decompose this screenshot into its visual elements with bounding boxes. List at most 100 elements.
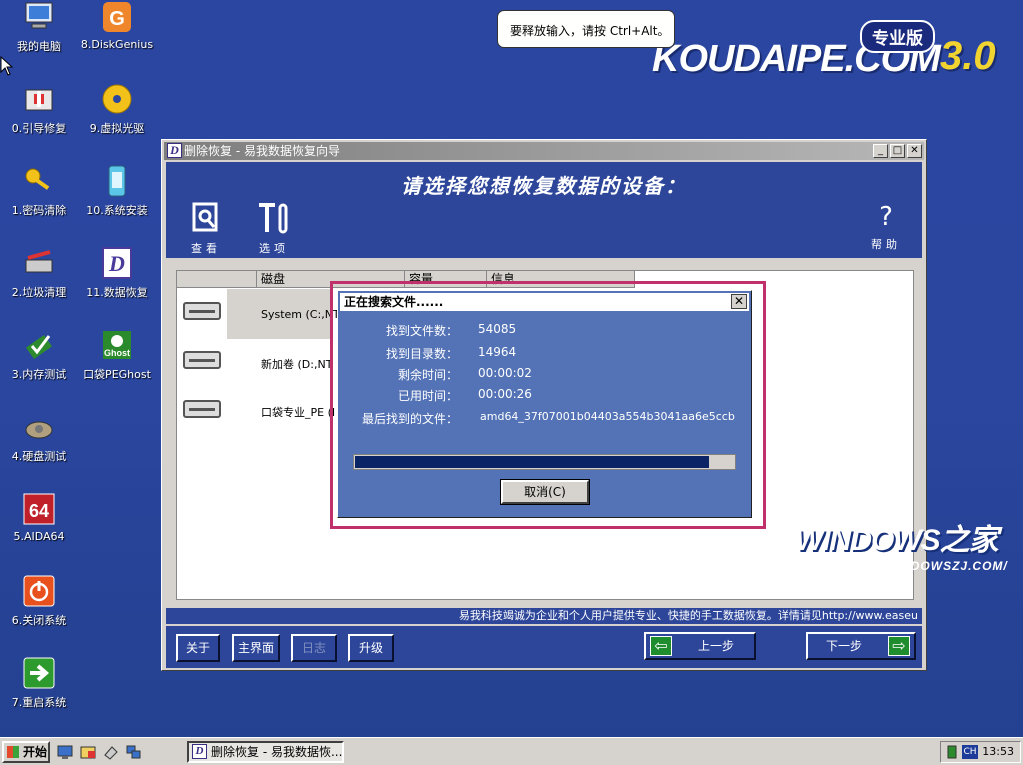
desktop-icon-restart[interactable]: 7.重启系统 — [0, 656, 78, 710]
key-icon — [22, 164, 56, 198]
last-file-value: amd64_37f07001b04403a554b3041aa6e5ccb — [480, 410, 735, 423]
app-logo-icon: D — [167, 143, 182, 158]
desktop-icon-label: 4.硬盘测试 — [11, 450, 67, 463]
diskgenius-icon: G — [100, 0, 134, 34]
desktop-icon-label: 9.虚拟光驱 — [89, 122, 145, 135]
desktop-icon-label: 2.垃圾清理 — [11, 286, 67, 299]
desktop-icon-label: 3.内存测试 — [11, 368, 67, 381]
network-icon[interactable] — [125, 744, 141, 760]
desktop-icon-label: 6.关闭系统 — [11, 614, 67, 627]
desktop-icon-password-clear[interactable]: 1.密码清除 — [0, 164, 78, 218]
task-label: 删除恢复 - 易我数据恢... — [211, 745, 343, 759]
computer-icon — [22, 0, 56, 34]
taskbar-task-data-recovery[interactable]: D 删除恢复 - 易我数据恢... — [187, 741, 344, 763]
desktop-icon-label: 0.引导修复 — [11, 122, 67, 135]
explorer-icon[interactable] — [80, 744, 96, 760]
desktop-icon-label: 8.DiskGenius — [80, 38, 154, 51]
desktop-icon-data-recovery[interactable]: D 11.数据恢复 — [78, 246, 156, 300]
svg-text:64: 64 — [29, 501, 49, 521]
time-remaining-value: 00:00:02 — [478, 366, 532, 380]
harddisk-test-icon — [22, 410, 56, 444]
dialog-close-button[interactable]: ✕ — [731, 294, 747, 309]
close-button[interactable]: ✕ — [907, 144, 922, 158]
previous-step-button[interactable]: ⇦ 上一步 — [644, 632, 756, 660]
desktop-icon-label: 我的电脑 — [17, 40, 61, 53]
time-elapsed-value: 00:00:26 — [478, 387, 532, 401]
desktop-icon-diskgenius[interactable]: G 8.DiskGenius — [78, 0, 156, 51]
files-found-value: 54085 — [478, 322, 517, 336]
mouse-cursor-icon — [0, 56, 14, 76]
desktop-icon-label: 1.密码清除 — [11, 204, 67, 217]
harddisk-icon — [183, 351, 221, 369]
desktop-icon-boot-repair[interactable]: 0.引导修复 — [0, 82, 78, 136]
harddisk-icon — [183, 400, 221, 418]
brand-logo: KOUDAIPE.COM 专业版 3.0 — [652, 20, 1002, 84]
desktop-icon-aida64[interactable]: 64 5.AIDA64 — [0, 492, 78, 543]
desktop-icon-ghost[interactable]: Ghost 口袋PEGhost — [78, 328, 156, 382]
desktop-icon-label: 11.数据恢复 — [86, 286, 148, 299]
windows-home-url: HTTP://WWW.WINDOWSZJ.COM/ — [795, 559, 1008, 573]
svg-text:Ghost: Ghost — [104, 348, 130, 358]
desktop-icon-system-install[interactable]: 10.系统安装 — [78, 164, 156, 218]
info-bar: 易我科技竭诚为企业和个人用户提供专业、快捷的手工数据恢复。详情请见http://… — [166, 608, 922, 624]
view-icon — [192, 202, 218, 232]
release-input-tooltip: 要释放输入，请按 Ctrl+Alt。 — [497, 10, 675, 48]
device-name[interactable]: 新加卷 (D:,NT — [261, 356, 332, 372]
desktop-icon-virtual-drive[interactable]: 9.虚拟光驱 — [78, 82, 156, 136]
search-progress-bar — [353, 454, 736, 470]
files-found-label: 找到文件数： — [385, 324, 458, 338]
main-interface-button[interactable]: 主界面 — [232, 634, 280, 662]
time-elapsed-label: 已用时间： — [397, 389, 458, 403]
device-name[interactable]: 口袋专业_PE (I — [261, 404, 335, 420]
window-titlebar[interactable]: D 删除恢复 - 易我数据恢复向导 _ □ ✕ — [164, 142, 924, 160]
arrow-left-icon: ⇦ — [650, 636, 672, 656]
desktop-icon-label: 5.AIDA64 — [13, 530, 65, 543]
cleanup-icon — [22, 246, 56, 280]
dirs-found-label: 找到目录数： — [385, 347, 458, 361]
virtual-drive-icon — [100, 82, 134, 116]
log-button[interactable]: 日志 — [291, 634, 337, 662]
view-tool-button[interactable]: 查看 — [186, 202, 226, 256]
desktop-icon-shutdown[interactable]: 6.关闭系统 — [0, 574, 78, 628]
memory-test-icon — [22, 328, 56, 362]
options-tool-button[interactable]: 选项 — [254, 202, 294, 256]
boot-repair-icon — [22, 82, 56, 116]
time-remaining-label: 剩余时间： — [397, 368, 458, 382]
tools-icon — [259, 203, 288, 234]
eraser-icon[interactable] — [103, 744, 119, 760]
desktop-icon-memory-test[interactable]: 3.内存测试 — [0, 328, 78, 382]
desktop-icon-label: 口袋PEGhost — [83, 368, 151, 381]
system-install-icon — [100, 164, 134, 198]
wizard-header: 请选择您想恢复数据的设备： 查看 选项 ? 帮助 — [166, 162, 922, 258]
upgrade-button[interactable]: 升级 — [348, 634, 394, 662]
cancel-button[interactable]: 取消(C) — [500, 479, 590, 505]
start-button[interactable]: 开始 — [2, 741, 50, 763]
ghost-icon: Ghost — [100, 328, 134, 362]
help-tool-button[interactable]: ? 帮助 — [866, 202, 906, 252]
next-step-label: 下一步 — [826, 639, 863, 653]
dialog-title[interactable]: 正在搜索文件...... ✕ — [340, 293, 749, 311]
clock[interactable]: 13:53 — [982, 745, 1014, 758]
usb-device-icon[interactable] — [944, 744, 960, 760]
bottom-toolbar: 关于 主界面 日志 升级 ⇦ 上一步 下一步 ⇨ — [166, 626, 922, 668]
about-button[interactable]: 关于 — [176, 634, 220, 662]
brand-badge: 专业版 — [860, 20, 935, 53]
next-step-button[interactable]: 下一步 ⇨ — [806, 632, 916, 660]
maximize-button[interactable]: □ — [890, 144, 905, 158]
minimize-button[interactable]: _ — [873, 144, 888, 158]
device-name[interactable]: System (C:,NT — [261, 308, 340, 321]
restart-icon — [22, 656, 56, 690]
desktop-icon-my-computer[interactable]: 我的电脑 — [0, 0, 78, 54]
dialog-title-text: 正在搜索文件...... — [344, 295, 444, 309]
arrow-right-icon: ⇨ — [888, 636, 910, 656]
help-icon: ? — [879, 202, 893, 232]
input-language-indicator[interactable]: CH — [962, 745, 978, 759]
desktop-icon-label: 7.重启系统 — [11, 696, 67, 709]
show-desktop-icon[interactable] — [57, 744, 73, 760]
help-label: 帮助 — [871, 238, 901, 251]
desktop-icon-harddisk-test[interactable]: 4.硬盘测试 — [0, 410, 78, 464]
searching-files-dialog: 正在搜索文件...... ✕ 找到文件数： 54085 找到目录数： 14964… — [337, 290, 752, 518]
system-tray: CH 13:53 — [940, 741, 1021, 763]
desktop-icon-cleanup[interactable]: 2.垃圾清理 — [0, 246, 78, 300]
dirs-found-value: 14964 — [478, 345, 517, 359]
